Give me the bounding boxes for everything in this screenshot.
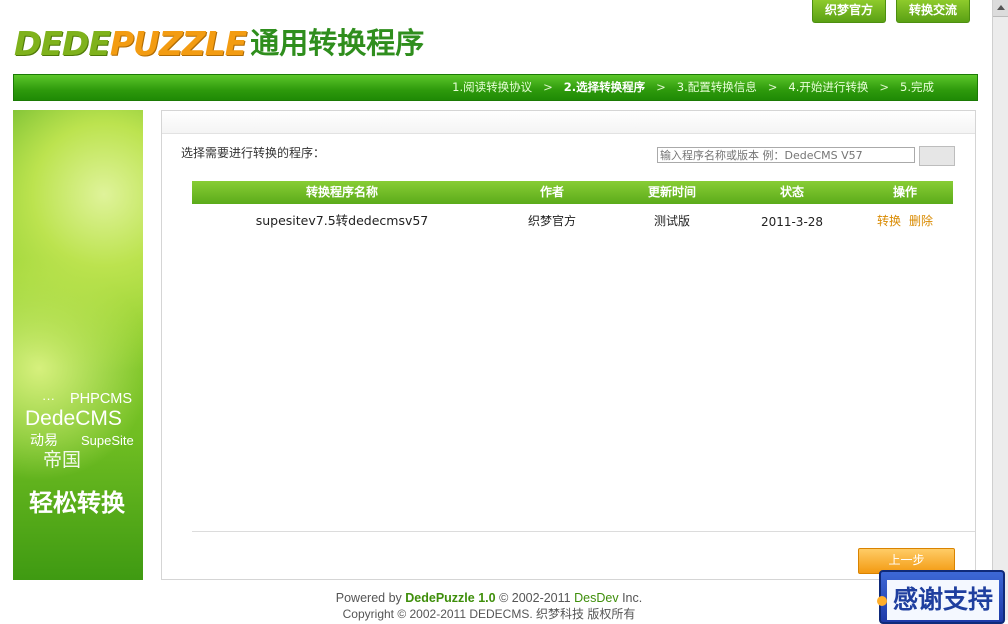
col-author: 作者 bbox=[539, 185, 564, 199]
step-separator: > bbox=[879, 80, 890, 94]
row-actions: 转换 删除 bbox=[857, 209, 953, 233]
exchange-forum-button[interactable]: 转换交流 bbox=[896, 0, 970, 23]
logo-dede: DEDE bbox=[14, 24, 111, 63]
main-panel: 选择需要进行转换的程序： 转换程序名称 作者 更新时间 状态 操作 supesi… bbox=[161, 110, 976, 580]
banner-supesite: SupeSite bbox=[81, 433, 134, 448]
step-5: 5.完成 bbox=[900, 80, 934, 94]
program-search-input[interactable] bbox=[657, 147, 915, 163]
step-list: 1.阅读转换协议 >2.选择转换程序 >3.配置转换信息 >4.开始进行转换 >5.完成 bbox=[449, 75, 937, 100]
vertical-scrollbar[interactable] bbox=[992, 0, 1008, 620]
table-header: 转换程序名称 作者 更新时间 状态 操作 bbox=[192, 181, 953, 204]
row-update: 测试版 bbox=[653, 214, 690, 228]
convert-link[interactable]: 转换 bbox=[877, 214, 901, 228]
scroll-up-arrow-icon[interactable] bbox=[993, 0, 1008, 17]
delete-link[interactable]: 删除 bbox=[909, 214, 933, 228]
step-progress-bar: 1.阅读转换协议 >2.选择转换程序 >3.配置转换信息 >4.开始进行转换 >5.完成 bbox=[13, 74, 978, 101]
thanks-support-text: 感谢支持 bbox=[887, 580, 999, 620]
app-logo: DEDEPUZZLE 通用转换程序 bbox=[14, 20, 425, 63]
col-actions: 操作 bbox=[892, 185, 917, 199]
step-2-current: 2.选择转换程序 bbox=[563, 80, 646, 94]
step-1: 1.阅读转换协议 bbox=[452, 80, 533, 94]
row-author: 织梦官方 bbox=[527, 214, 576, 228]
badge-dot-icon bbox=[877, 596, 887, 606]
step-separator: > bbox=[543, 80, 553, 94]
thanks-support-badge[interactable]: 感谢支持 bbox=[877, 570, 1005, 624]
logo-puzzle: PUZZLE bbox=[109, 24, 247, 63]
footer-copyright: Copyright © 2002-2011 DEDECMS. 织梦科技 版权所有 bbox=[342, 607, 636, 621]
step-4: 4.开始进行转换 bbox=[788, 80, 869, 94]
footer-product-link[interactable]: DedePuzzle 1.0 bbox=[405, 591, 495, 605]
search-button[interactable] bbox=[919, 146, 955, 166]
col-status: 状态 bbox=[779, 185, 804, 199]
step-separator: > bbox=[656, 80, 666, 94]
banner-diguo: 帝国 bbox=[43, 450, 82, 471]
side-banner: ··· PHPCMS DedeCMS 动易 SupeSite 帝国 轻松转换 bbox=[13, 110, 143, 580]
official-site-button[interactable]: 织梦官方 bbox=[812, 0, 886, 23]
row-status: 2011-3-28 bbox=[760, 215, 824, 229]
panel-divider bbox=[192, 531, 975, 532]
footer-powered: Powered by DedePuzzle 1.0 © 2002-2011 De… bbox=[0, 591, 978, 605]
col-program-name: 转换程序名称 bbox=[305, 185, 378, 199]
col-update-time: 更新时间 bbox=[647, 185, 696, 199]
select-program-label: 选择需要进行转换的程序： bbox=[181, 146, 326, 160]
table-row: supesitev7.5转dedecmsv57 织梦官方 测试版 2011-3-… bbox=[192, 209, 953, 233]
logo-subtitle: 通用转换程序 bbox=[250, 26, 425, 60]
step-separator: > bbox=[767, 80, 778, 94]
step-3: 3.配置转换信息 bbox=[676, 80, 757, 94]
banner-phpcms: PHPCMS bbox=[70, 391, 133, 407]
row-program-name: supesitev7.5转dedecmsv57 bbox=[255, 213, 429, 228]
footer-company-link[interactable]: DesDev bbox=[574, 591, 618, 605]
banner-slogan: 轻松转换 bbox=[29, 490, 125, 517]
banner-dedecms: DedeCMS bbox=[25, 407, 122, 430]
banner-ellipsis: ··· bbox=[42, 391, 55, 406]
panel-header bbox=[162, 111, 975, 134]
footer-company-suffix: Inc. bbox=[622, 591, 643, 605]
footer-copy-years: © 2002-2011 bbox=[499, 591, 571, 605]
footer-powered-prefix: Powered by bbox=[335, 591, 402, 605]
